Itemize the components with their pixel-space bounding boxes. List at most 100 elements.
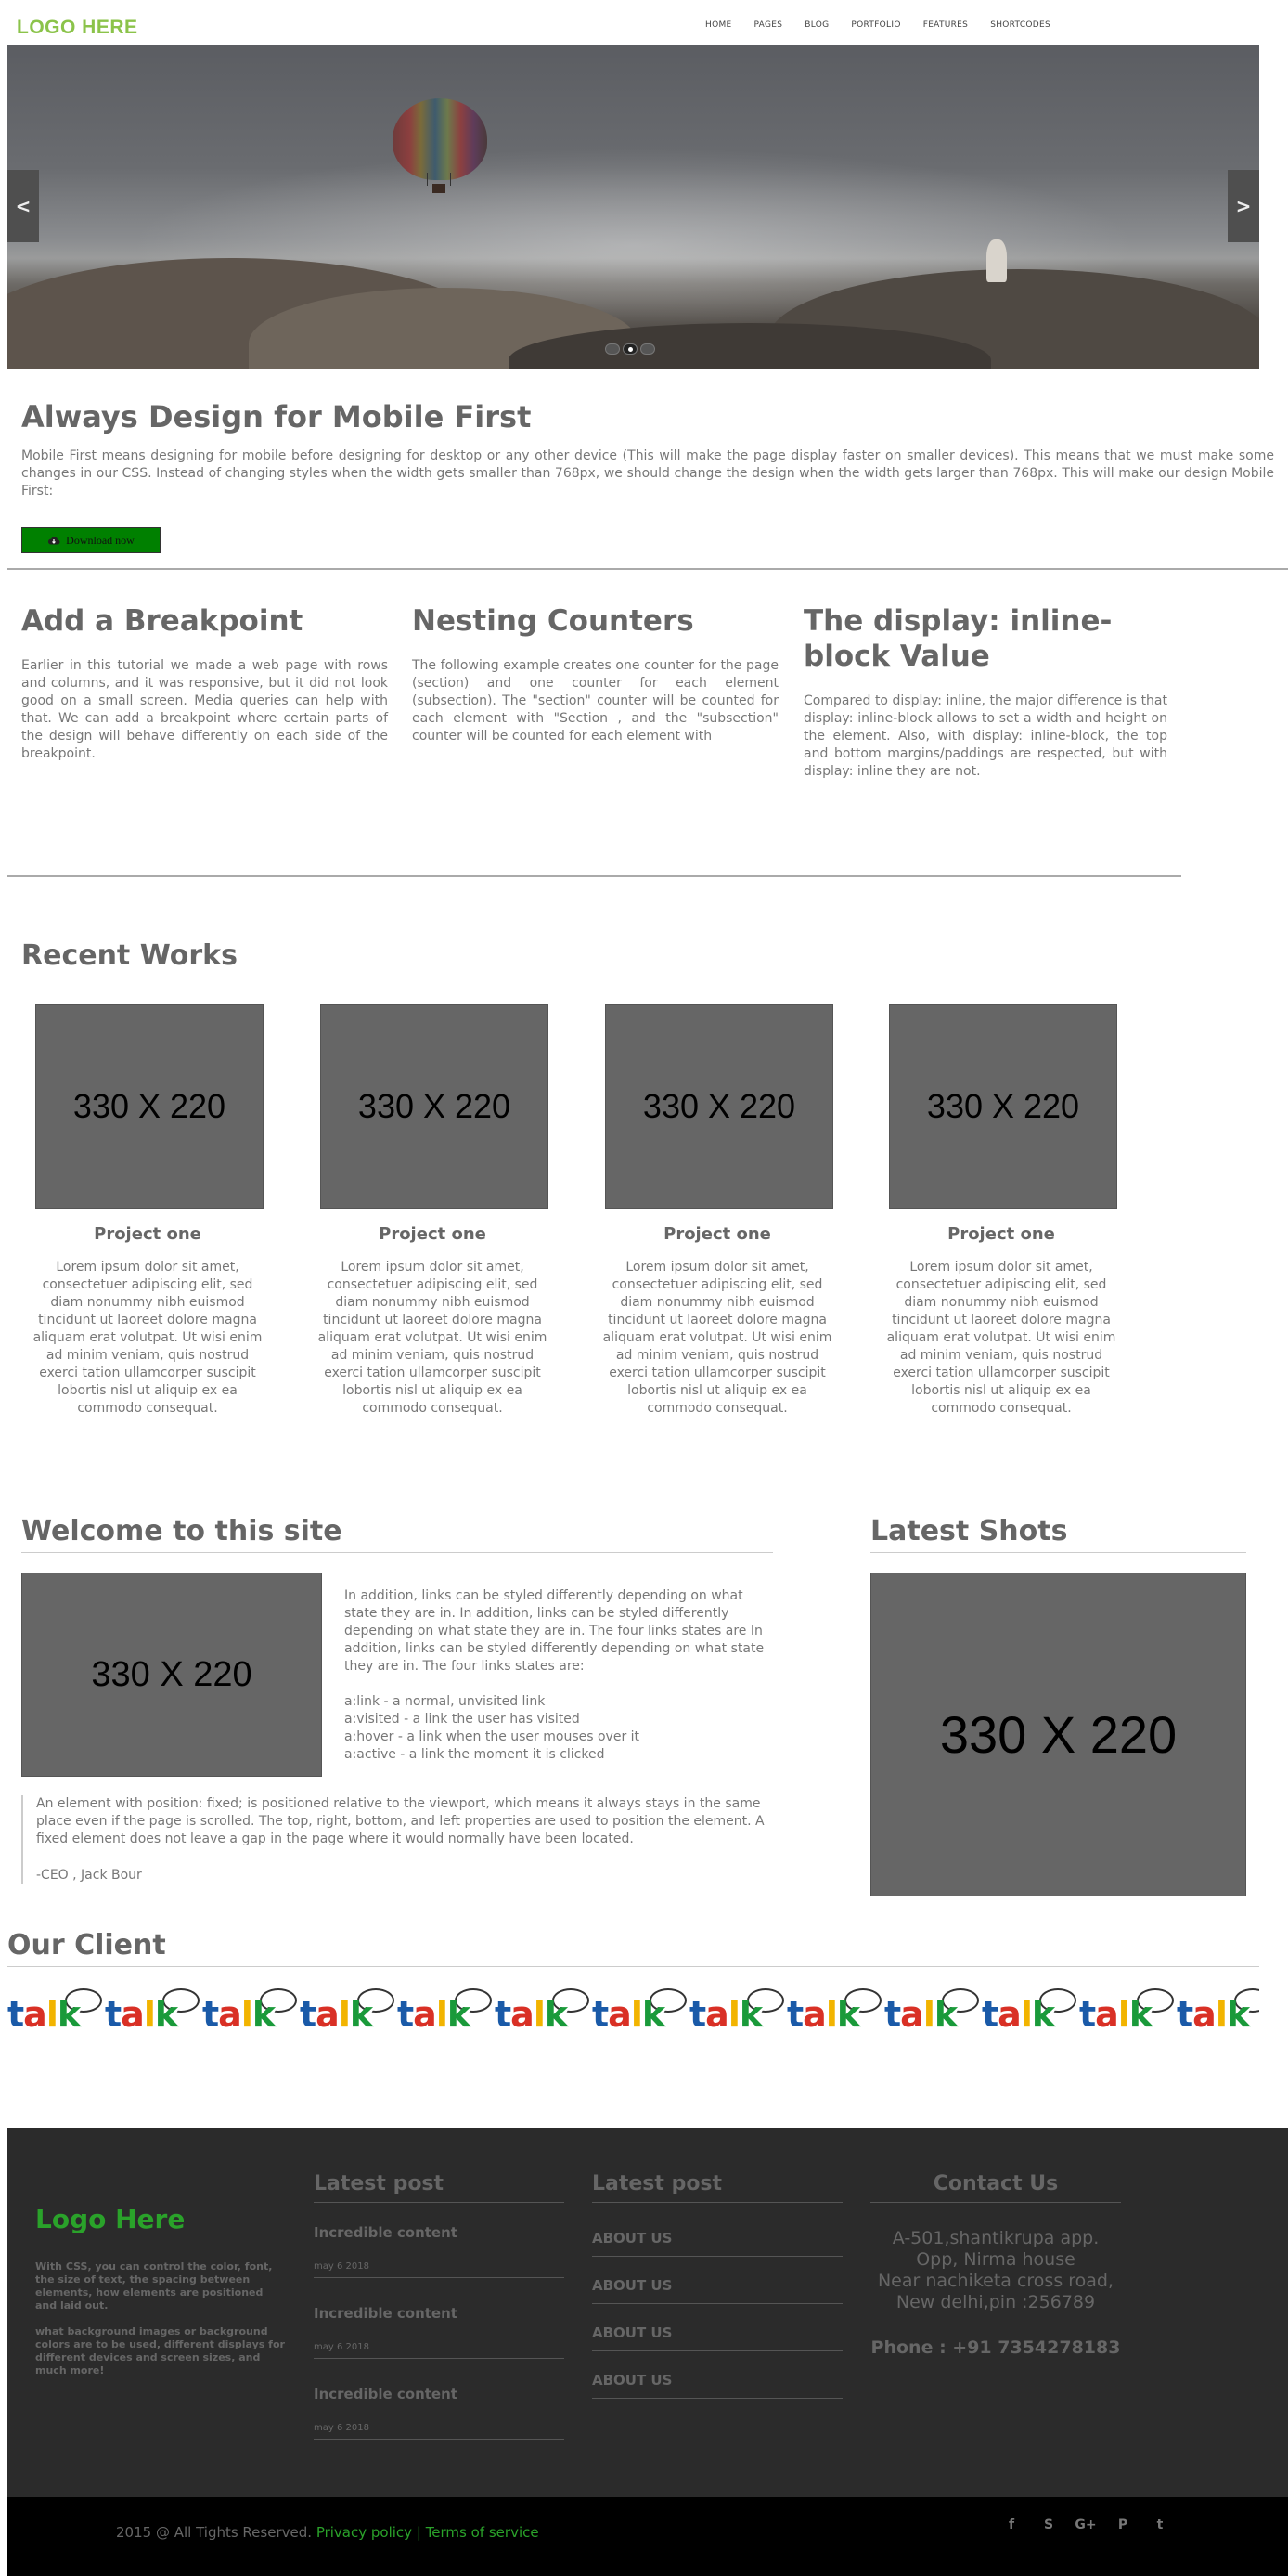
footer-about: With CSS, you can control the color, fon…: [35, 2260, 286, 2377]
work-image-placeholder: 330 X 220: [35, 1004, 264, 1209]
balloon-image: [393, 98, 487, 180]
work-image-placeholder: 330 X 220: [605, 1004, 833, 1209]
slider-dot-3[interactable]: [640, 343, 655, 355]
footer-link-label[interactable]: ABOUT US: [592, 2277, 843, 2294]
client-logo[interactable]: talk: [495, 1987, 592, 2039]
feature-title: The display: inline-block Value: [804, 604, 1113, 673]
latest-shot-image-placeholder: 330 X 220: [870, 1573, 1246, 1896]
slider-prev-button[interactable]: <: [7, 170, 39, 242]
client-logo-text: talk: [1177, 1994, 1250, 2035]
latest-shots-title: Latest Shots: [870, 1515, 1068, 1547]
nav-home[interactable]: HOME: [705, 20, 732, 30]
footer-link-label[interactable]: ABOUT US: [592, 2372, 843, 2388]
work-text: Lorem ipsum dolor sit amet, consectetuer…: [886, 1260, 1116, 1416]
work-title: Project one: [947, 1224, 1055, 1244]
skype-icon[interactable]: S: [1039, 2516, 1058, 2534]
nav-blog[interactable]: BLOG: [805, 20, 829, 30]
link-state-item: a:link - a normal, unvisited link: [344, 1694, 546, 1709]
client-logo-text: talk: [7, 1994, 81, 2035]
nav-shortcodes[interactable]: SHORTCODES: [990, 20, 1050, 30]
work-title: Project one: [94, 1224, 201, 1244]
facebook-icon[interactable]: f: [1002, 2516, 1021, 2534]
work-card[interactable]: 330 X 220 Project one Lorem ipsum dolor …: [885, 1004, 1117, 1417]
client-logo[interactable]: talk: [397, 1987, 495, 2039]
work-text: Lorem ipsum dolor sit amet, consectetuer…: [32, 1260, 263, 1416]
footer-post[interactable]: Incredible content may 6 2018: [314, 2224, 564, 2278]
client-logo[interactable]: talk: [592, 1987, 689, 2039]
work-card[interactable]: 330 X 220 Project one Lorem ipsum dolor …: [316, 1004, 548, 1417]
feature-title: Nesting Counters: [412, 604, 694, 638]
client-logo[interactable]: talk: [300, 1987, 397, 2039]
client-logo[interactable]: talk: [202, 1987, 300, 2039]
footer-link[interactable]: ABOUT US: [592, 2230, 843, 2257]
address-line: A-501,shantikrupa app.: [892, 2228, 1100, 2248]
client-logo[interactable]: talk: [787, 1987, 884, 2039]
work-title: Project one: [663, 1224, 771, 1244]
twitter-icon[interactable]: t: [1151, 2516, 1169, 2534]
footer-post[interactable]: Incredible content may 6 2018: [314, 2305, 564, 2359]
download-button-label: Download now: [66, 533, 135, 547]
post-date: may 6 2018: [314, 2423, 369, 2433]
welcome-text-block: In addition, links can be styled differe…: [344, 1587, 774, 1764]
nav-portfolio[interactable]: PORTFOLIO: [851, 20, 900, 30]
client-logo[interactable]: talk: [7, 1987, 105, 2039]
ceo-quote: An element with position: fixed; is posi…: [21, 1795, 773, 1884]
client-logo-text: talk: [105, 1994, 178, 2035]
footer-about-text: With CSS, you can control the color, fon…: [35, 2260, 273, 2311]
footer-link-label[interactable]: ABOUT US: [592, 2324, 843, 2341]
work-card[interactable]: 330 X 220 Project one Lorem ipsum dolor …: [32, 1004, 264, 1417]
footer-contact-title: Contact Us: [933, 2172, 1059, 2195]
post-title[interactable]: Incredible content: [314, 2386, 564, 2402]
footer-post[interactable]: Incredible content may 6 2018: [314, 2386, 564, 2440]
client-logo-text: talk: [300, 1994, 373, 2035]
footer-link[interactable]: ABOUT US: [592, 2324, 843, 2351]
client-logo[interactable]: talk: [884, 1987, 982, 2039]
privacy-policy-link[interactable]: Privacy policy: [316, 2524, 412, 2541]
client-logo-text: talk: [202, 1994, 276, 2035]
pinterest-icon[interactable]: P: [1114, 2516, 1132, 2534]
client-logo-text: talk: [982, 1994, 1055, 2035]
nav-features[interactable]: FEATURES: [923, 20, 968, 30]
post-title[interactable]: Incredible content: [314, 2224, 564, 2241]
feature-breakpoint: Add a Breakpoint Earlier in this tutoria…: [21, 603, 388, 763]
client-logo[interactable]: talk: [1079, 1987, 1177, 2039]
footer-links-title: Latest post: [592, 2172, 723, 2195]
nav-pages[interactable]: PAGES: [754, 20, 783, 30]
link-state-item: a:visited - a link the user has visited: [344, 1712, 580, 1727]
footer-link[interactable]: ABOUT US: [592, 2277, 843, 2304]
main-nav: HOME PAGES BLOG PORTFOLIO FEATURES SHORT…: [705, 20, 1073, 30]
client-logo[interactable]: talk: [105, 1987, 202, 2039]
footer-address: A-501,shantikrupa app. Opp, Nirma house …: [870, 2228, 1121, 2313]
google-plus-icon[interactable]: G+: [1075, 2516, 1096, 2534]
client-logo-text: talk: [689, 1994, 763, 2035]
client-logo[interactable]: talk: [689, 1987, 787, 2039]
work-card[interactable]: 330 X 220 Project one Lorem ipsum dolor …: [601, 1004, 833, 1417]
post-date: may 6 2018: [314, 2342, 369, 2352]
slider-dot-1[interactable]: [605, 343, 620, 355]
footer-logo[interactable]: Logo Here: [35, 2204, 185, 2234]
address-line: New delhi,pin :256789: [895, 2292, 1096, 2312]
slider-dot-2[interactable]: [623, 343, 638, 355]
post-title[interactable]: Incredible content: [314, 2305, 564, 2322]
intro-text: Mobile First means designing for mobile …: [21, 448, 1274, 498]
slider-next-button[interactable]: >: [1228, 170, 1259, 242]
work-text: Lorem ipsum dolor sit amet, consectetuer…: [317, 1260, 547, 1416]
footer-link[interactable]: ABOUT US: [592, 2372, 843, 2399]
terms-of-service-link[interactable]: Terms of service: [426, 2524, 539, 2541]
divider: [21, 1552, 773, 1553]
client-logo[interactable]: talk: [982, 1987, 1079, 2039]
client-logo[interactable]: talk: [1177, 1987, 1259, 2039]
divider: [870, 2202, 1121, 2203]
separator: |: [416, 2524, 421, 2541]
feature-title: Add a Breakpoint: [21, 604, 303, 638]
site-logo[interactable]: LOGO HERE: [17, 17, 138, 39]
download-button[interactable]: Download now: [21, 527, 161, 553]
quote-text: An element with position: fixed; is posi…: [36, 1796, 765, 1846]
footer-link-label[interactable]: ABOUT US: [592, 2230, 843, 2246]
feature-text: The following example creates one counte…: [412, 658, 779, 744]
divider: [592, 2202, 843, 2203]
client-logos: talk talk talk talk talk talk talk talk talk talk…: [7, 1987, 1259, 2039]
client-logo-text: talk: [592, 1994, 665, 2035]
recent-works-title: Recent Works: [21, 939, 238, 972]
cloud-download-icon: [48, 536, 60, 544]
